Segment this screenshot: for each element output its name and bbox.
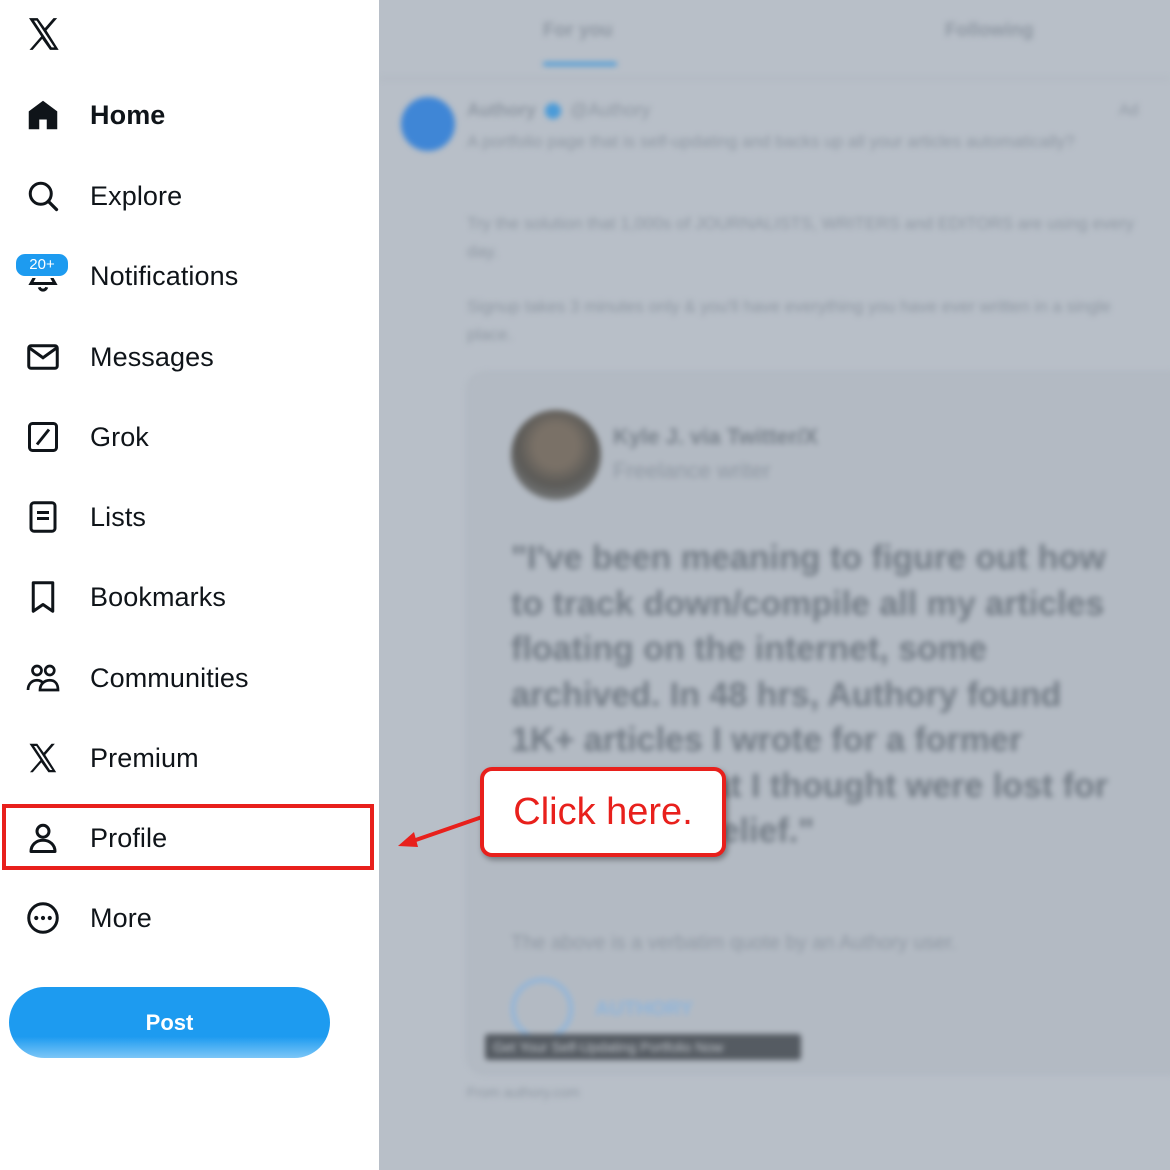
notification-count-badge: 20+ [14, 252, 70, 278]
testimonial-avatar [511, 410, 601, 500]
post-handle: @Authory [570, 100, 651, 120]
sidebar-item-grok[interactable]: Grok [0, 405, 379, 469]
post-paragraph: A portfolio page that is self-updating a… [467, 132, 1075, 151]
card-cta-banner[interactable]: Get Your Self-Updating Portfolio Now [485, 1034, 801, 1060]
sidebar-item-lists[interactable]: Lists [0, 485, 379, 549]
sidebar-item-label: Home [90, 99, 166, 130]
sidebar-item-label: Lists [90, 501, 147, 532]
verified-badge-icon [545, 103, 562, 120]
sidebar-item-label: Communities [90, 662, 249, 693]
testimonial-name: Kyle J. via Twitter/X [613, 424, 819, 449]
sidebar-item-bookmarks[interactable]: Bookmarks [0, 565, 379, 629]
search-icon [24, 177, 62, 215]
tab-following[interactable]: Following [945, 20, 1034, 42]
list-icon [24, 498, 62, 536]
sidebar-item-more[interactable]: More [0, 886, 379, 950]
profile-highlight-box [2, 804, 374, 870]
sidebar-item-home[interactable]: Home [0, 83, 379, 147]
sidebar-item-communities[interactable]: Communities [0, 646, 379, 710]
bookmark-icon [24, 578, 62, 616]
brand-name: AUTHORY [595, 998, 694, 1020]
sidebar-item-label: More [90, 902, 152, 933]
divider [379, 78, 1170, 79]
sidebar-item-label: Bookmarks [90, 581, 226, 612]
grok-icon [24, 418, 62, 456]
sidebar-item-label: Notifications [90, 260, 239, 291]
sidebar-item-label: Explore [90, 180, 183, 211]
sidebar-item-premium[interactable]: Premium [0, 726, 379, 790]
card-source[interactable]: From authory.com [467, 1084, 580, 1100]
testimonial-note: The above is a verbatim quote by an Auth… [511, 932, 957, 954]
more-circle-icon [24, 899, 62, 937]
timeline-feed: For you Following Authory @Authory Ad A … [379, 0, 1170, 1170]
communities-icon [24, 659, 62, 697]
home-icon [24, 96, 62, 134]
testimonial-subtitle: Freelance writer [613, 458, 771, 483]
ad-label: Ad [1119, 102, 1139, 119]
sidebar-item-label: Messages [90, 341, 214, 372]
post-header: Authory @Authory [467, 100, 650, 121]
post-paragraph: Signup takes 3 minutes only & you'll hav… [467, 297, 1111, 344]
post-paragraph: Try the solution that 1,000s of JOURNALI… [467, 214, 1135, 261]
post-author[interactable]: Authory [467, 100, 536, 120]
sidebar-item-label: Premium [90, 742, 199, 773]
active-tab-indicator [543, 62, 617, 66]
sidebar-item-label: Grok [90, 421, 149, 452]
sidebar-nav: Home Explore Notifications 20+ Messages … [0, 0, 379, 1170]
blurred-feed-content: For you Following Authory @Authory Ad A … [379, 0, 1170, 1170]
annotation-arrow-icon [398, 814, 486, 847]
tab-for-you[interactable]: For you [543, 20, 613, 42]
x-logo-icon[interactable] [24, 14, 64, 54]
authory-logo-icon [511, 978, 573, 1040]
envelope-icon [24, 338, 62, 376]
x-premium-icon [24, 739, 62, 777]
sidebar-item-explore[interactable]: Explore [0, 164, 379, 228]
click-here-callout: Click here. [480, 767, 726, 857]
post-button[interactable]: Post [9, 987, 330, 1058]
sidebar-item-messages[interactable]: Messages [0, 325, 379, 389]
avatar[interactable] [401, 97, 455, 151]
